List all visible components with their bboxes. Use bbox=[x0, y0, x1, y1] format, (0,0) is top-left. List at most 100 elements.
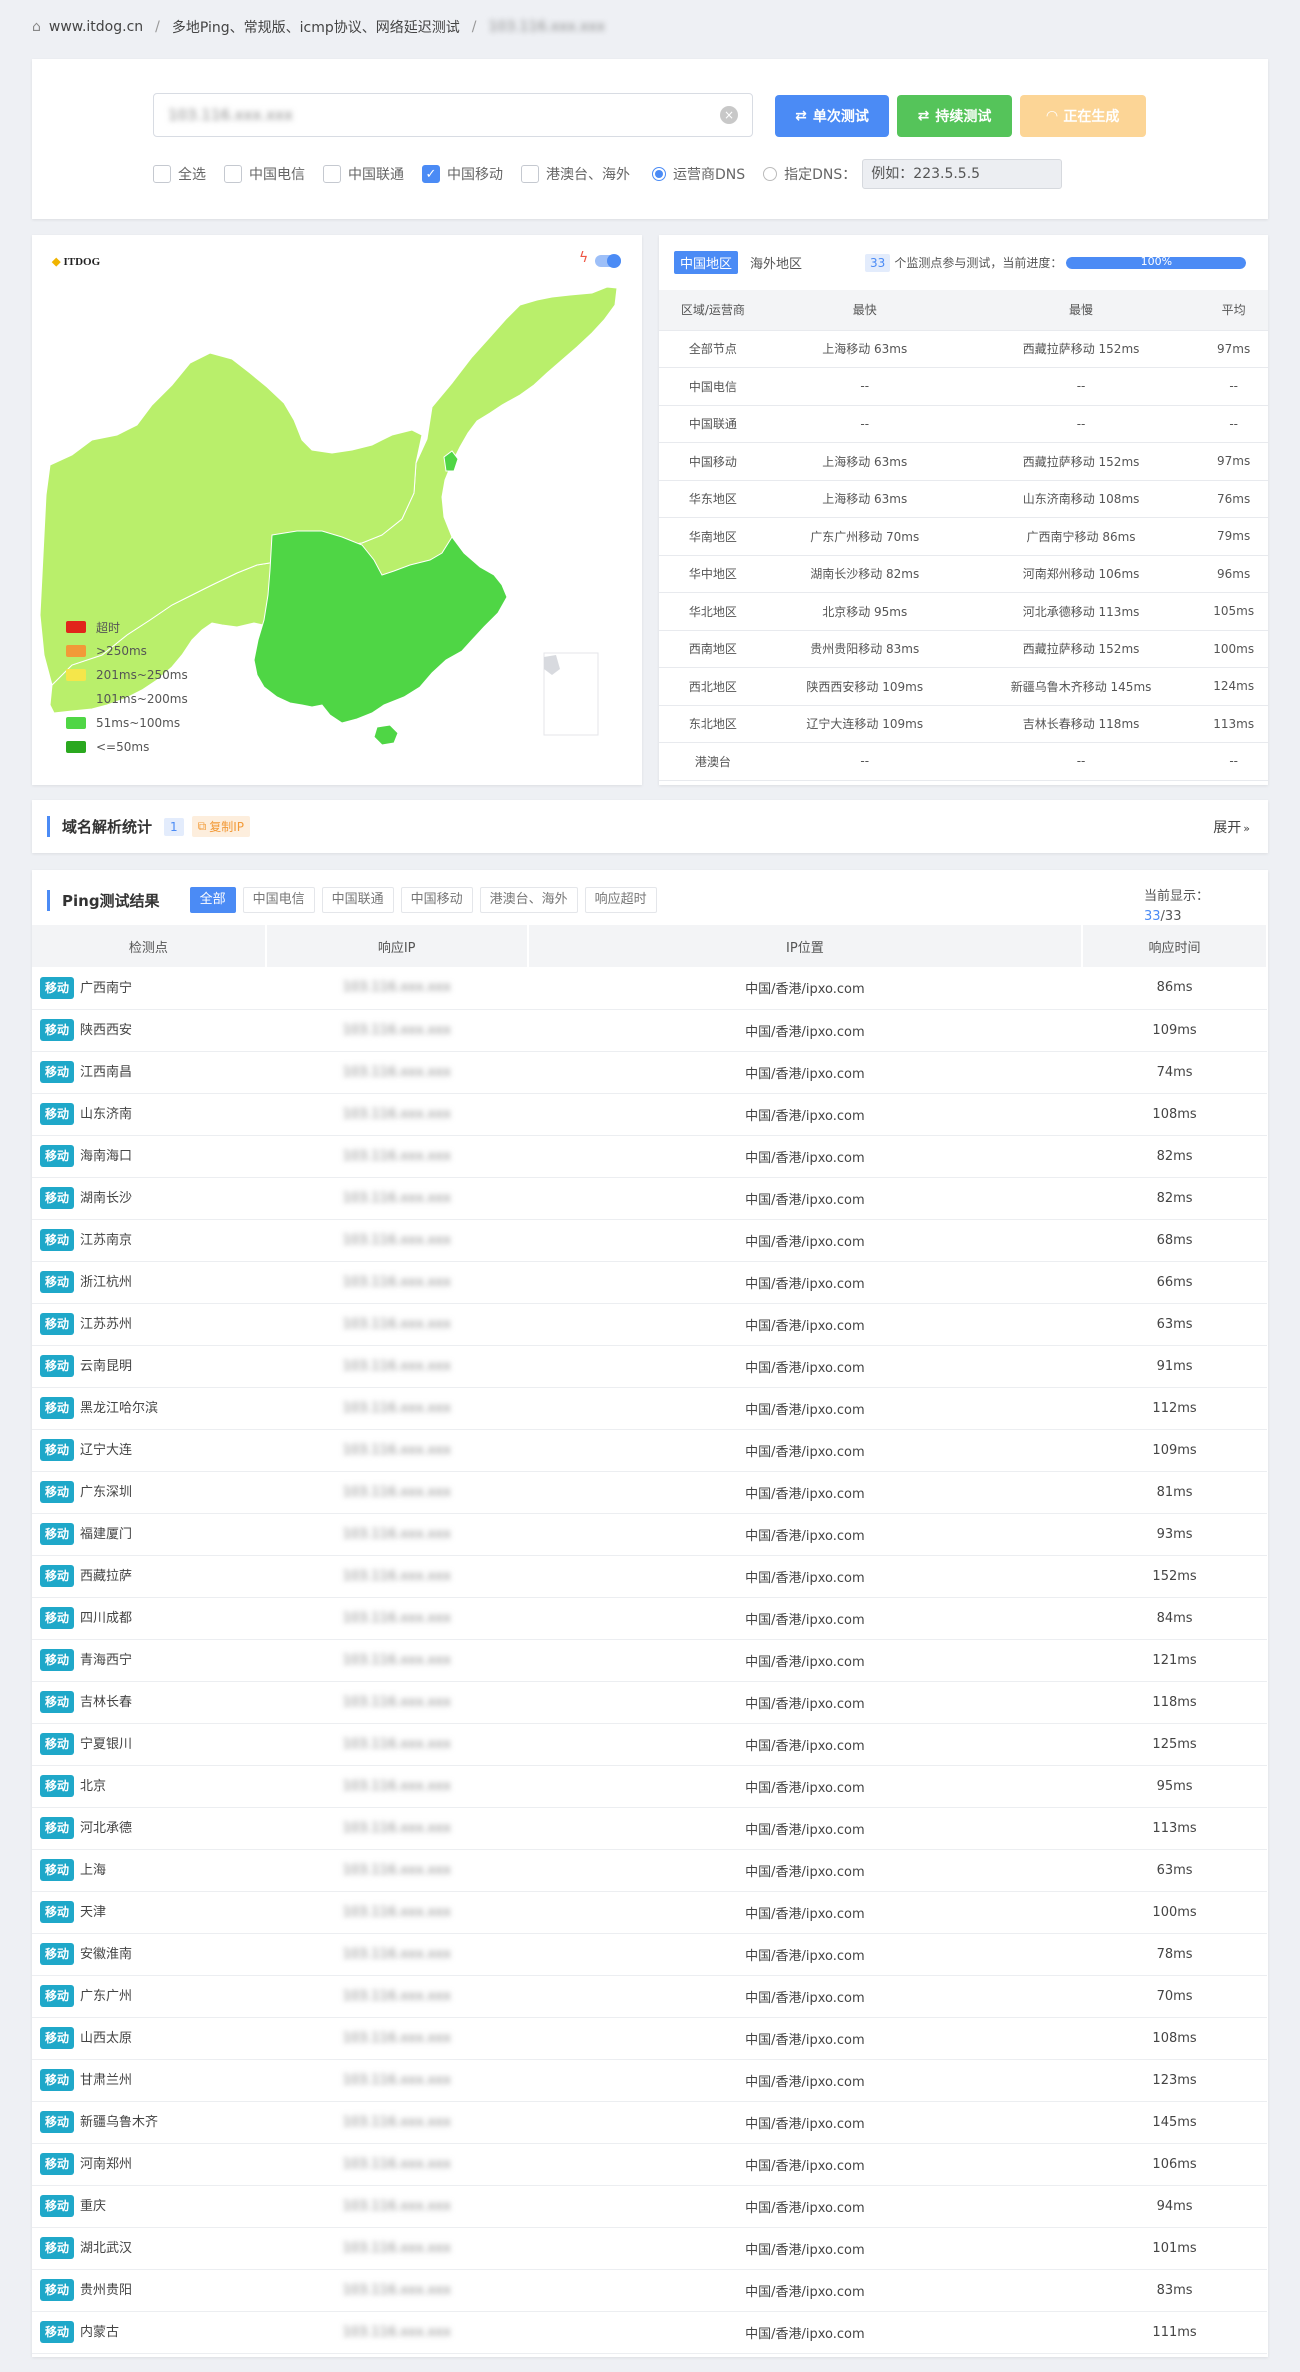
ip-cell: 103.116.xxx.xxx bbox=[265, 1849, 528, 1892]
table-row: 移动 青海西宁 103.116.xxx.xxx 中国/香港/ipxo.com 121ms bbox=[32, 1639, 1267, 1682]
filter-tab[interactable]: 中国移动 bbox=[400, 887, 473, 913]
stats-row: 西北地区 陕西西安移动 109ms 新疆乌鲁木齐移动 145ms 124ms bbox=[659, 667, 1268, 706]
ip-cell: 103.116.xxx.xxx bbox=[265, 1681, 528, 1724]
latency-cell: 101ms bbox=[1082, 2227, 1267, 2270]
results-header[interactable]: 检测点 bbox=[32, 925, 267, 967]
location-cell: 中国/香港/ipxo.com bbox=[527, 1387, 1083, 1430]
location-cell: 中国/香港/ipxo.com bbox=[527, 1933, 1083, 1976]
ip-cell: 103.116.xxx.xxx bbox=[265, 1765, 528, 1808]
isp-tag: 移动 bbox=[40, 1229, 75, 1251]
stats-cell: 广西南宁移动 86ms bbox=[962, 517, 1200, 556]
ip-cell: 103.116.xxx.xxx bbox=[265, 1303, 528, 1346]
filter-tab[interactable]: 全部 bbox=[189, 887, 236, 913]
copy-ip-button[interactable]: ⧉ 复制IP bbox=[191, 816, 251, 837]
isp-tag: 移动 bbox=[40, 2069, 75, 2091]
location-cell: 中国/香港/ipxo.com bbox=[527, 1093, 1083, 1136]
isp-tag: 移动 bbox=[40, 1943, 75, 1965]
latency-cell: 111ms bbox=[1082, 2311, 1267, 2354]
isp-option[interactable]: ✓ 中国移动 bbox=[422, 164, 503, 184]
table-row: 移动 新疆乌鲁木齐 103.116.xxx.xxx 中国/香港/ipxo.com 145… bbox=[32, 2101, 1267, 2144]
isp-option[interactable]: 中国联通 bbox=[323, 164, 404, 184]
table-row: 移动 湖南长沙 103.116.xxx.xxx 中国/香港/ipxo.com 82ms bbox=[32, 1177, 1267, 1220]
probe-cell: 移动 吉林长春 bbox=[32, 1681, 266, 1724]
isp-tag: 移动 bbox=[40, 2237, 75, 2259]
location-cell: 中国/香港/ipxo.com bbox=[527, 2185, 1083, 2228]
expand-button[interactable]: 展开» bbox=[1213, 817, 1250, 837]
probe-cell: 移动 云南昆明 bbox=[32, 1345, 266, 1388]
single-test-button[interactable]: ⇄ 单次测试 bbox=[775, 95, 889, 137]
legend-swatch bbox=[66, 621, 86, 633]
isp-option[interactable]: 港澳台、海外 bbox=[521, 164, 630, 184]
probe-cell: 移动 广西南宁 bbox=[32, 967, 266, 1010]
filter-tab[interactable]: 中国联通 bbox=[321, 887, 394, 913]
stats-row: 华中地区 湖南长沙移动 82ms 河南郑州移动 106ms 96ms bbox=[659, 555, 1268, 593]
table-row: 移动 河南郑州 103.116.xxx.xxx 中国/香港/ipxo.com 106ms bbox=[32, 2143, 1267, 2186]
home-icon[interactable]: ⌂ bbox=[32, 19, 41, 35]
results-header[interactable]: IP位置 bbox=[527, 925, 1084, 967]
map-region-hainan bbox=[373, 724, 399, 746]
continuous-test-button[interactable]: ⇄ 持续测试 bbox=[897, 95, 1012, 137]
latency-cell: 82ms bbox=[1082, 1177, 1267, 1220]
probe-cell: 移动 宁夏银川 bbox=[32, 1723, 266, 1766]
probe-cell: 移动 黑龙江哈尔滨 bbox=[32, 1387, 266, 1430]
table-row: 移动 内蒙古 103.116.xxx.xxx 中国/香港/ipxo.com 111ms bbox=[32, 2311, 1267, 2354]
latency-cell: 152ms bbox=[1082, 1555, 1267, 1598]
results-header[interactable]: 响应IP bbox=[265, 925, 529, 967]
table-row: 移动 海南海口 103.116.xxx.xxx 中国/香港/ipxo.com 82ms bbox=[32, 1135, 1267, 1178]
ip-cell: 103.116.xxx.xxx bbox=[265, 2227, 528, 2270]
isp-tag: 移动 bbox=[40, 1817, 75, 1839]
stats-cell: 港澳台 bbox=[659, 742, 767, 781]
dns-operator-radio[interactable]: 运营商DNS bbox=[652, 164, 745, 184]
stats-cell: 113ms bbox=[1199, 705, 1268, 743]
breadcrumb: ⌂ www.itdog.cn / 多地Ping、常规版、icmp协议、网络延迟测… bbox=[32, 17, 605, 37]
search-input[interactable]: 103.116.xxx.xxx × bbox=[153, 93, 753, 137]
table-row: 移动 河北承德 103.116.xxx.xxx 中国/香港/ipxo.com 113ms bbox=[32, 1807, 1267, 1850]
clear-icon[interactable]: × bbox=[720, 106, 738, 124]
dns-input[interactable]: 例如：223.5.5.5 bbox=[862, 159, 1063, 189]
breadcrumb-home[interactable]: www.itdog.cn bbox=[49, 19, 143, 35]
location-cell: 中国/香港/ipxo.com bbox=[527, 1597, 1083, 1640]
probe-cell: 移动 广东广州 bbox=[32, 1975, 266, 2018]
stats-cell: 西藏拉萨移动 152ms bbox=[962, 630, 1200, 668]
breadcrumb-section[interactable]: 多地Ping、常规版、icmp协议、网络延迟测试 bbox=[172, 17, 460, 37]
ip-cell: 103.116.xxx.xxx bbox=[265, 1639, 528, 1682]
stats-header: 平均 bbox=[1199, 290, 1268, 331]
stats-cell: 96ms bbox=[1199, 555, 1268, 593]
isp-option[interactable]: 中国电信 bbox=[224, 164, 305, 184]
location-cell: 中国/香港/ipxo.com bbox=[527, 2143, 1083, 2186]
ip-cell: 103.116.xxx.xxx bbox=[265, 2269, 528, 2312]
tab-overseas[interactable]: 海外地区 bbox=[750, 253, 802, 272]
isp-option[interactable]: 全选 bbox=[153, 164, 206, 184]
filter-tab[interactable]: 港澳台、海外 bbox=[479, 887, 578, 913]
filter-tab[interactable]: 响应超时 bbox=[584, 887, 657, 913]
stats-header: 区域/运营商 bbox=[659, 290, 767, 331]
stats-cell: 西南地区 bbox=[659, 630, 767, 668]
probe-cell: 移动 上海 bbox=[32, 1849, 266, 1892]
stats-cell: 79ms bbox=[1199, 517, 1268, 556]
tab-china[interactable]: 中国地区 bbox=[674, 251, 739, 274]
ip-cell: 103.116.xxx.xxx bbox=[265, 1429, 528, 1472]
isp-tag: 移动 bbox=[40, 1775, 75, 1797]
legend-item: <=50ms bbox=[66, 735, 188, 759]
latency-cell: 145ms bbox=[1082, 2101, 1267, 2144]
isp-tag: 移动 bbox=[40, 1439, 75, 1461]
table-row: 移动 浙江杭州 103.116.xxx.xxx 中国/香港/ipxo.com 66ms bbox=[32, 1261, 1267, 1304]
location-cell: 中国/香港/ipxo.com bbox=[527, 1681, 1083, 1724]
stats-cell: 辽宁大连移动 109ms bbox=[766, 705, 963, 743]
stats-cell: -- bbox=[962, 405, 1200, 443]
stats-cell: 100ms bbox=[1199, 630, 1268, 668]
ip-cell: 103.116.xxx.xxx bbox=[265, 2017, 528, 2060]
results-header[interactable]: 响应时间 bbox=[1082, 925, 1268, 967]
latency-cell: 81ms bbox=[1082, 1471, 1267, 1514]
table-row: 移动 陕西西安 103.116.xxx.xxx 中国/香港/ipxo.com 109ms bbox=[32, 1009, 1267, 1052]
table-row: 移动 甘肃兰州 103.116.xxx.xxx 中国/香港/ipxo.com 123ms bbox=[32, 2059, 1267, 2102]
dns-custom-radio[interactable]: 指定DNS： bbox=[763, 164, 856, 184]
location-cell: 中国/香港/ipxo.com bbox=[527, 2101, 1083, 2144]
isp-tag: 移动 bbox=[40, 1901, 75, 1923]
filter-tab[interactable]: 中国电信 bbox=[242, 887, 315, 913]
table-row: 移动 上海 103.116.xxx.xxx 中国/香港/ipxo.com 63ms bbox=[32, 1849, 1267, 1892]
probe-cell: 移动 海南海口 bbox=[32, 1135, 266, 1178]
isp-tag: 移动 bbox=[40, 1313, 75, 1335]
breadcrumb-separator: / bbox=[155, 19, 160, 35]
generating-button[interactable]: ◠ 正在生成 bbox=[1020, 95, 1146, 137]
